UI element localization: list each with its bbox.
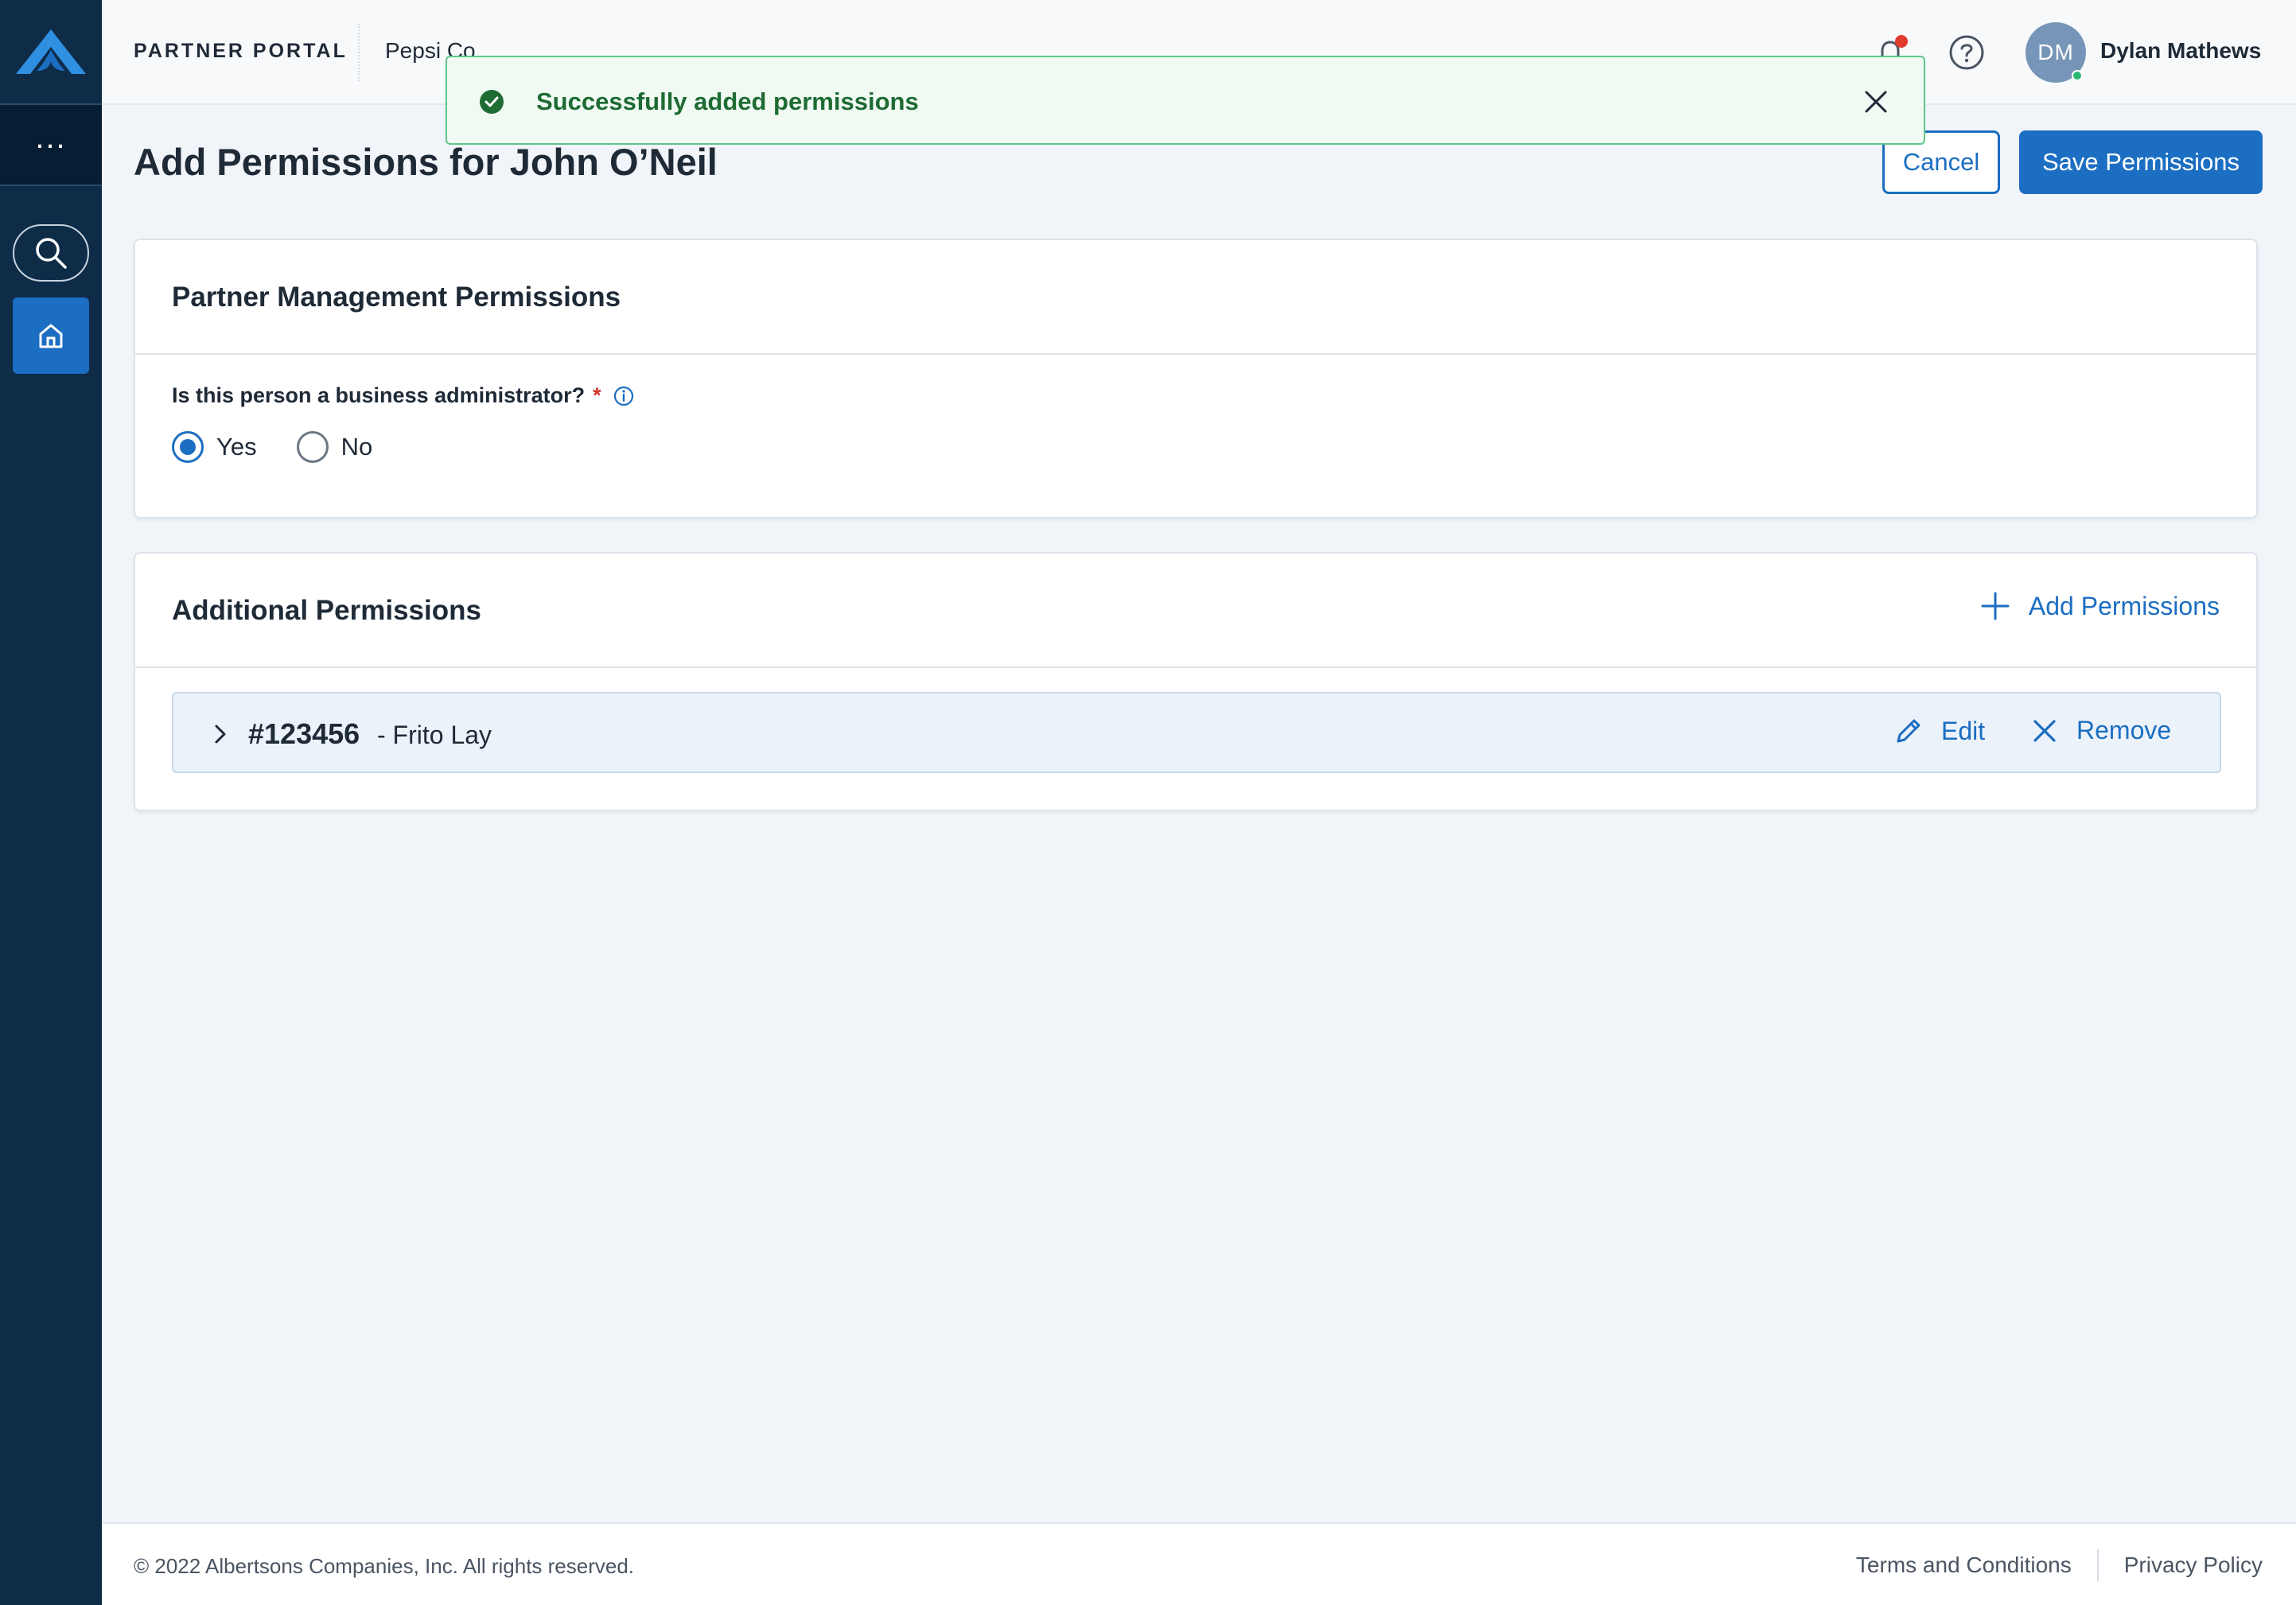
permission-row[interactable]: #123456 - Frito Lay Edit Remove — [172, 692, 2221, 773]
avatar-initials: DM — [2037, 40, 2074, 64]
footer: © 2022 Albertsons Companies, Inc. All ri… — [102, 1522, 2296, 1605]
online-status-dot — [2072, 70, 2083, 81]
remove-label: Remove — [2076, 716, 2172, 744]
partner-management-card: Partner Management Permissions Is this p… — [134, 239, 2258, 519]
add-permissions-label: Add Permissions — [2028, 591, 2220, 620]
avatar[interactable]: DM — [2026, 22, 2086, 83]
radio-yes[interactable]: Yes — [172, 431, 257, 463]
footer-links: Terms and Conditions Privacy Policy — [1856, 1549, 2263, 1581]
more-menu-button[interactable]: ... — [0, 105, 102, 185]
required-marker: * — [593, 383, 601, 407]
card-title: Partner Management Permissions — [172, 282, 621, 313]
edit-label: Edit — [1941, 716, 1986, 745]
additional-permissions-card: Additional Permissions Add Permissions #… — [134, 552, 2258, 811]
plus-icon — [1981, 592, 2010, 620]
page-title: Add Permissions for John O’Neil — [134, 141, 718, 183]
more-icon: ... — [35, 120, 67, 155]
header-divider — [358, 24, 360, 81]
add-permissions-button[interactable]: Add Permissions — [1979, 590, 2220, 622]
check-circle-icon — [480, 90, 504, 114]
card-title: Additional Permissions — [172, 595, 481, 626]
radio-yes-circle[interactable] — [172, 431, 204, 463]
toast-message: Successfully added permissions — [536, 87, 919, 115]
footer-divider — [2096, 1549, 2099, 1581]
close-toast-icon[interactable] — [1860, 86, 1892, 118]
copyright-text: © 2022 Albertsons Companies, Inc. All ri… — [134, 1554, 635, 1578]
notification-badge — [1895, 35, 1908, 48]
info-icon[interactable] — [613, 385, 635, 407]
success-toast: Successfully added permissions — [446, 56, 1925, 145]
chevron-right-icon[interactable] — [208, 722, 232, 746]
admin-question: Is this person a business administrator?… — [172, 383, 635, 408]
albertsons-logo-icon[interactable] — [0, 0, 102, 103]
remove-permission-button[interactable]: Remove — [2030, 716, 2171, 745]
close-icon — [2033, 719, 2056, 742]
pencil-icon — [1897, 719, 1920, 743]
help-button[interactable] — [1948, 33, 1986, 72]
home-nav-button[interactable] — [13, 297, 89, 374]
edit-permission-button[interactable]: Edit — [1893, 716, 1985, 746]
permission-id: #123456 — [248, 717, 360, 750]
sidebar: ... — [0, 0, 102, 1605]
search-button[interactable] — [13, 224, 89, 282]
radio-no[interactable]: No — [296, 431, 373, 463]
admin-radio-group: Yes No — [172, 431, 412, 463]
portal-brand: PARTNER PORTAL — [134, 40, 348, 62]
search-icon — [36, 238, 67, 269]
radio-no-label: No — [341, 433, 373, 461]
sidebar-divider — [0, 185, 102, 186]
permission-name: - Frito Lay — [377, 721, 492, 749]
save-permissions-button[interactable]: Save Permissions — [2019, 130, 2263, 194]
terms-link[interactable]: Terms and Conditions — [1856, 1553, 2072, 1578]
home-icon — [39, 324, 63, 348]
question-label: Is this person a business administrator? — [172, 383, 586, 407]
radio-no-circle[interactable] — [296, 431, 329, 463]
help-icon — [1949, 35, 1984, 70]
user-name[interactable]: Dylan Mathews — [2100, 38, 2261, 64]
card-header: Partner Management Permissions — [135, 240, 2256, 355]
privacy-link[interactable]: Privacy Policy — [2124, 1553, 2263, 1578]
radio-yes-label: Yes — [216, 433, 257, 461]
card-header: Additional Permissions Add Permissions — [135, 554, 2256, 668]
